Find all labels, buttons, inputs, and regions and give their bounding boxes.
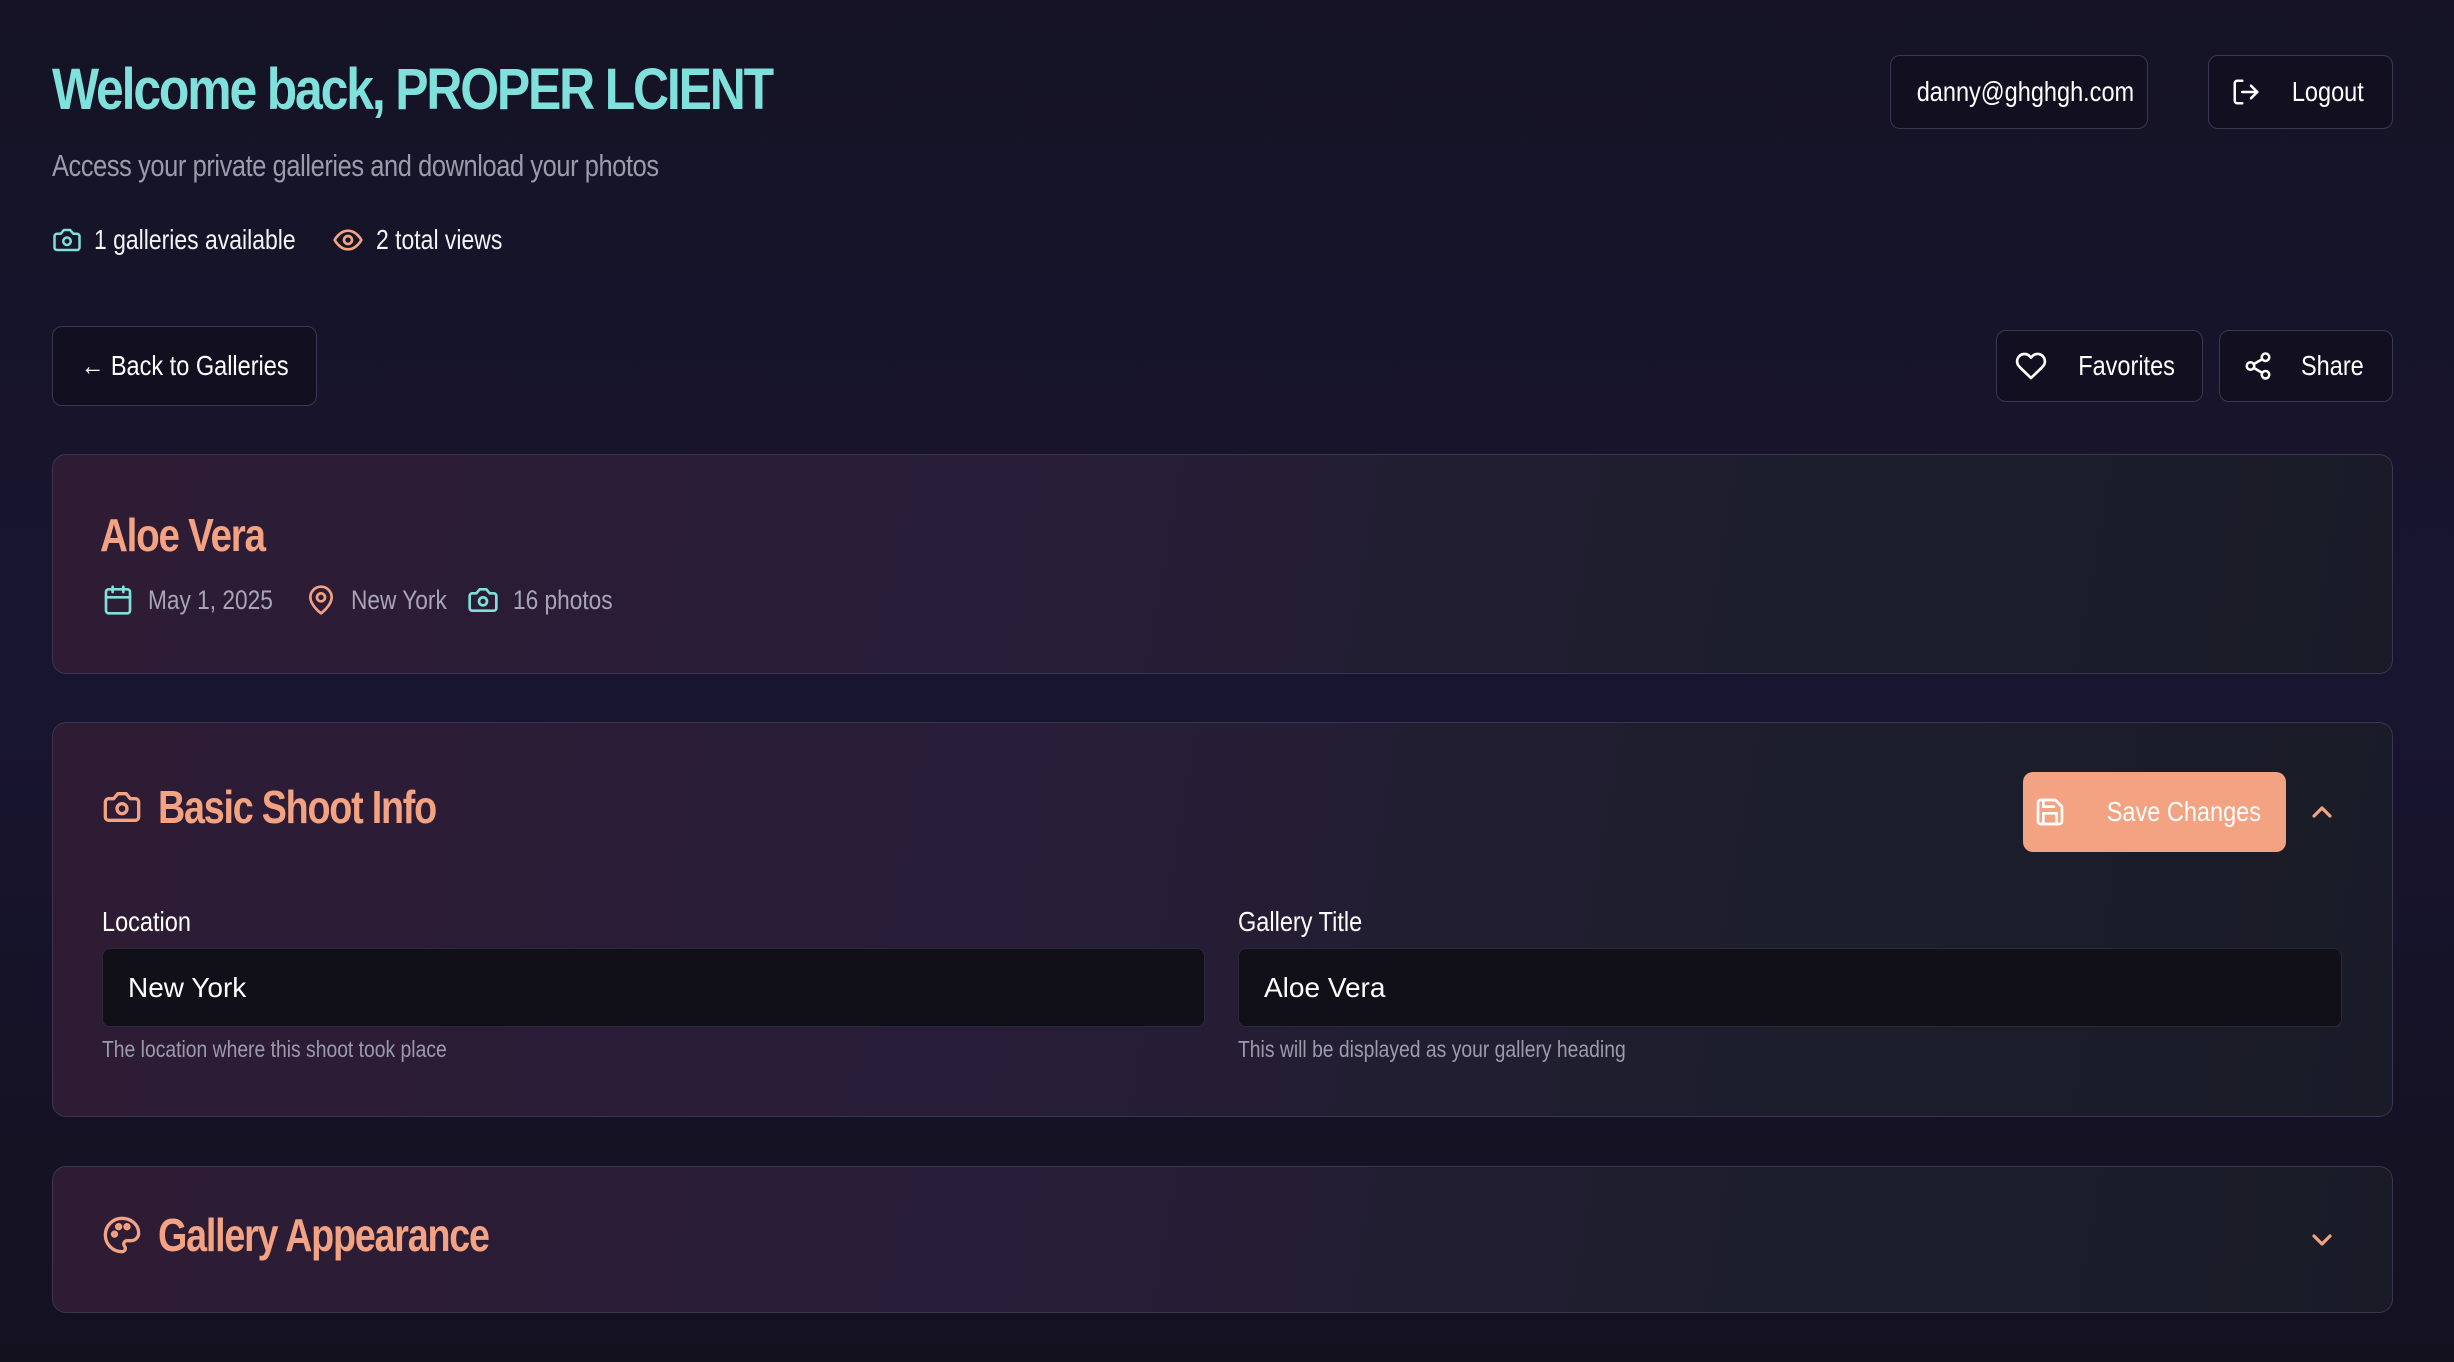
palette-icon — [103, 1216, 141, 1254]
galleries-stat: 1 galleries available — [52, 224, 340, 256]
camera-icon — [468, 588, 498, 612]
favorites-label: Favorites — [2078, 350, 2175, 381]
save-changes-button[interactable]: Save Changes — [2023, 772, 2286, 852]
share-label: Share — [2300, 350, 2364, 381]
gallery-location-item: New York — [305, 584, 465, 616]
calendar-icon — [104, 585, 132, 615]
heart-icon — [2015, 352, 2047, 380]
back-label: ← Back to Galleries — [80, 350, 289, 381]
logout-icon — [2233, 79, 2259, 105]
gallery-meta: May 1, 2025 New York 16 photos — [102, 584, 631, 616]
chevron-down-icon[interactable] — [2306, 1224, 2338, 1256]
location-label-text: Location — [102, 906, 191, 937]
gallery-header-card — [52, 454, 2393, 674]
gallery-location: New York — [350, 584, 447, 615]
back-to-galleries-button[interactable]: ← Back to Galleries — [52, 326, 317, 406]
gallery-title-help-label: This will be displayed as your gallery h… — [1238, 1036, 1626, 1062]
user-account-button[interactable]: danny@ghghgh.com — [1890, 55, 2148, 129]
gallery-title-help-text: This will be displayed as your gallery h… — [1238, 1036, 1700, 1063]
page-title: Welcome back, PROPER LCIENT — [52, 57, 774, 122]
camera-icon — [53, 228, 81, 252]
save-icon — [2036, 798, 2063, 826]
save-changes-label: Save Changes — [2106, 796, 2261, 827]
gallery-appearance-header[interactable]: Gallery Appearance — [102, 1208, 561, 1262]
location-input[interactable] — [102, 948, 1205, 1027]
basic-shoot-info-header[interactable]: Basic Shoot Info — [102, 780, 497, 834]
location-help-label: The location where this shoot took place — [102, 1036, 447, 1062]
logout-label: Logout — [2291, 76, 2364, 107]
user-email: danny@ghghgh.com — [1916, 76, 2134, 107]
gallery-name: Aloe Vera — [100, 509, 266, 561]
location-help-text: The location where this shoot took place — [102, 1036, 512, 1063]
share-button[interactable]: Share — [2219, 330, 2393, 402]
gallery-title-field-label: Gallery Title — [1238, 906, 1386, 938]
gallery-title-input[interactable] — [1238, 948, 2342, 1027]
share-icon — [2245, 352, 2271, 380]
location-field-label: Location — [102, 906, 208, 938]
logout-button[interactable]: Logout — [2208, 55, 2393, 129]
gallery-photos-item: 16 photos — [467, 584, 632, 616]
gallery-appearance-title: Gallery Appearance — [158, 1209, 490, 1261]
gallery-photo-count: 16 photos — [512, 584, 613, 615]
views-stat: 2 total views — [332, 224, 530, 256]
camera-icon — [103, 792, 141, 822]
gallery-date: May 1, 2025 — [148, 584, 273, 615]
page-subtitle: Access your private galleries and downlo… — [52, 148, 659, 183]
galleries-count: 1 galleries available — [94, 224, 296, 255]
map-pin-icon — [308, 585, 333, 615]
favorites-button[interactable]: Favorites — [1996, 330, 2203, 402]
basic-shoot-info-title: Basic Shoot Info — [158, 781, 437, 833]
gallery-title-label-text: Gallery Title — [1238, 906, 1363, 937]
stats-bar: 1 galleries available 2 total views — [52, 224, 530, 256]
views-count: 2 total views — [375, 224, 503, 255]
gallery-date-item: May 1, 2025 — [102, 584, 297, 616]
eye-icon — [333, 229, 363, 251]
chevron-up-icon[interactable] — [2306, 796, 2338, 828]
